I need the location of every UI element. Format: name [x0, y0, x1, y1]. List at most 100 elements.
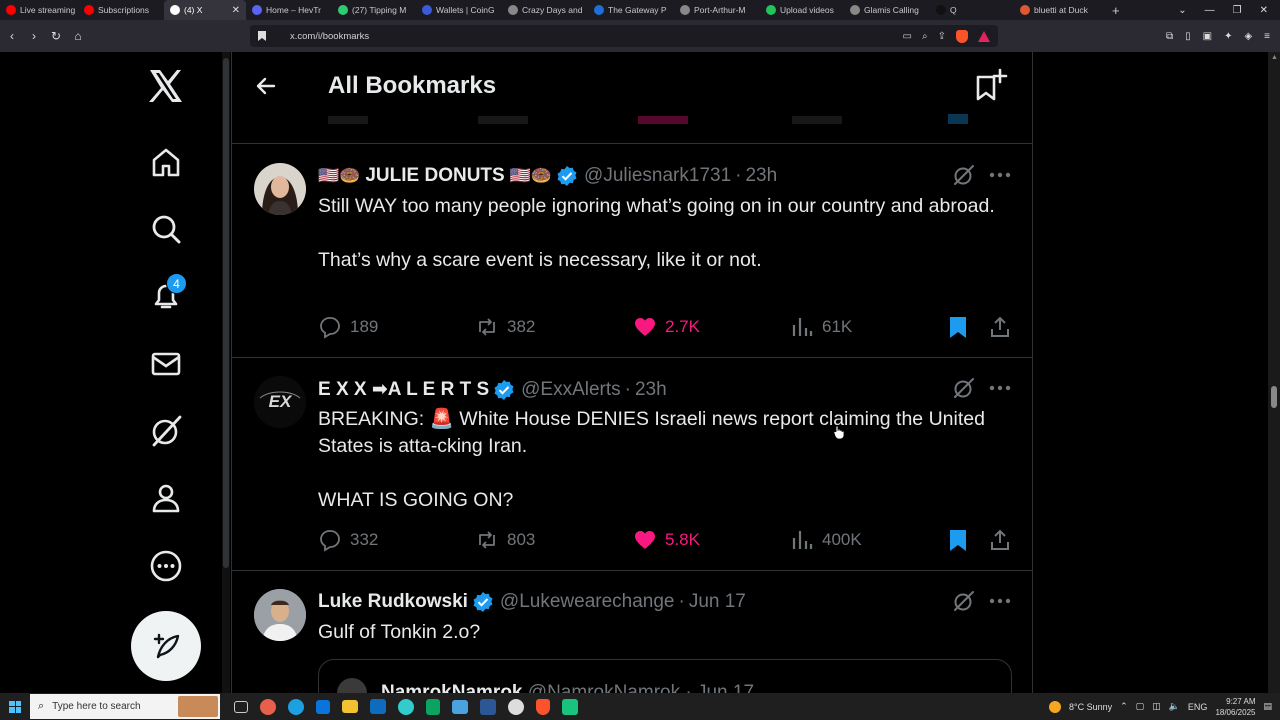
tray-app-icon[interactable]: ▢	[1136, 701, 1145, 712]
browser-tab[interactable]: (4) X ✕	[164, 0, 246, 20]
tweet-article[interactable]: EX E X X ➡A L E R T S @ExxAlerts · 23h B…	[232, 358, 1032, 571]
page-scrollbar[interactable]: ▲	[1268, 52, 1280, 693]
tweet-article[interactable]: 🇺🇸🍩 JULIE DONUTS 🇺🇸🍩 @Juliesnark1731 · 2…	[232, 145, 1032, 358]
vpn-icon[interactable]: ◈	[1244, 31, 1252, 42]
browser-app-icon[interactable]	[398, 698, 414, 715]
browser-tab[interactable]: Home – HevTr	[246, 0, 332, 20]
language-indicator[interactable]: ENG	[1188, 702, 1208, 712]
browser-tab[interactable]: Upload videos	[760, 0, 844, 20]
task-view-icon[interactable]	[234, 700, 248, 713]
browser-tab[interactable]: Port-Arthur-M	[674, 0, 760, 20]
avatar[interactable]	[254, 163, 306, 215]
wallet-icon[interactable]: ▣	[1203, 31, 1212, 42]
tray-overflow-icon[interactable]: ⌃	[1120, 701, 1128, 712]
menu-icon[interactable]: ≡	[1264, 31, 1270, 42]
zoom-icon[interactable]: ⌕	[922, 31, 928, 42]
verified-badge-icon[interactable]	[493, 379, 515, 401]
app-icon[interactable]	[452, 699, 468, 714]
more-options-dots-icon[interactable]	[988, 376, 1012, 400]
browser-tab[interactable]: Q	[930, 0, 1014, 20]
grok-nav-icon[interactable]	[148, 413, 184, 449]
tweet-time[interactable]: Jun 17	[689, 591, 746, 613]
messages-mail-icon[interactable]	[148, 346, 184, 382]
edge-icon[interactable]	[288, 698, 304, 715]
new-tab-icon[interactable]: +	[1104, 3, 1128, 18]
clock[interactable]: 9:27 AM 18/06/2025	[1215, 696, 1255, 718]
repost-button[interactable]: 803	[475, 528, 535, 552]
outlook-icon[interactable]	[370, 699, 386, 714]
camtasia-icon[interactable]	[562, 698, 578, 715]
avatar[interactable]: EX	[254, 376, 306, 428]
weather-sun-icon[interactable]	[1049, 700, 1061, 713]
network-icon[interactable]: ◫	[1152, 701, 1161, 712]
browser-tab[interactable]: The Gateway P	[588, 0, 674, 20]
home-nav-icon[interactable]	[148, 144, 184, 180]
more-options-dots-icon[interactable]	[988, 163, 1012, 187]
browser-tab[interactable]: Crazy Days and	[502, 0, 588, 20]
scroll-up-icon[interactable]: ▲	[1271, 54, 1278, 61]
tweet-article[interactable]: Luke Rudkowski @Lukewearechange · Jun 17…	[232, 571, 1032, 693]
sidebar-icon[interactable]: ▯	[1185, 31, 1191, 42]
notifications-center-icon[interactable]: ▤	[1263, 701, 1272, 712]
tweet-time[interactable]: 23h	[635, 379, 667, 401]
left-scrollbar[interactable]	[222, 52, 230, 693]
word-icon[interactable]	[480, 698, 496, 715]
share-button[interactable]	[988, 315, 1012, 339]
browser-tab[interactable]: Glamis Calling	[844, 0, 930, 20]
windows-start-icon[interactable]	[4, 696, 26, 718]
reply-button[interactable]: 332	[318, 528, 378, 552]
browser-tab[interactable]: Wallets | CoinG	[416, 0, 502, 20]
browser-tab[interactable]: Subscriptions	[78, 0, 164, 20]
more-options-dots-icon[interactable]	[988, 589, 1012, 613]
store-icon[interactable]	[316, 699, 330, 714]
steam-icon[interactable]	[508, 698, 524, 715]
grok-explain-icon[interactable]	[952, 589, 976, 613]
brave-rewards-icon[interactable]	[978, 30, 990, 42]
back-arrow-icon[interactable]	[254, 74, 278, 98]
author-handle[interactable]: @Juliesnark1731	[584, 165, 731, 187]
copilot-icon[interactable]	[260, 698, 276, 715]
close-tab-icon[interactable]: ✕	[232, 5, 240, 16]
like-button[interactable]: 2.7K	[633, 315, 700, 339]
share-button[interactable]	[988, 528, 1012, 552]
add-bookmark-folder-icon[interactable]	[974, 68, 1008, 102]
more-options-icon[interactable]	[148, 548, 184, 584]
bookmark-page-icon[interactable]	[256, 30, 268, 42]
grok-explain-icon[interactable]	[952, 163, 976, 187]
forward-icon[interactable]: ›	[24, 29, 44, 43]
repost-button[interactable]: 382	[475, 315, 535, 339]
views-button[interactable]: 400K	[790, 528, 862, 552]
share-icon[interactable]: ⇪	[938, 31, 946, 42]
views-button[interactable]: 61K	[790, 315, 852, 339]
tab-list-icon[interactable]: ⌄	[1178, 5, 1186, 16]
volume-icon[interactable]: 🔈	[1169, 701, 1180, 712]
back-icon[interactable]: ‹	[2, 29, 22, 43]
reply-button[interactable]: 189	[318, 315, 378, 339]
home-icon[interactable]: ⌂	[68, 29, 88, 43]
bookmark-button[interactable]	[946, 315, 970, 339]
weather-text[interactable]: 8°C Sunny	[1069, 702, 1112, 712]
file-explorer-icon[interactable]	[342, 700, 358, 713]
minimize-icon[interactable]: —	[1205, 5, 1215, 16]
restore-icon[interactable]: ❐	[1233, 5, 1242, 16]
x-logo-icon[interactable]	[148, 68, 184, 104]
explore-search-icon[interactable]	[148, 211, 184, 247]
verified-badge-icon[interactable]	[472, 591, 494, 613]
author-handle[interactable]: @ExxAlerts	[521, 379, 621, 401]
profile-person-icon[interactable]	[148, 480, 184, 516]
bookmark-button[interactable]	[946, 528, 970, 552]
author-handle[interactable]: @Lukewearechange	[500, 591, 675, 613]
grok-explain-icon[interactable]	[952, 376, 976, 400]
compose-post-button[interactable]	[131, 611, 201, 681]
verified-badge-icon[interactable]	[556, 165, 578, 187]
quoted-tweet[interactable]: NamrokNamrok @NamrokNamrok · Jun 17	[318, 659, 1012, 693]
taskbar-search-box[interactable]: ⌕ Type here to search	[30, 694, 220, 719]
browser-tab[interactable]: Live streaming	[0, 0, 78, 20]
reload-icon[interactable]: ↻	[46, 29, 66, 43]
url-text[interactable]: x.com/i/bookmarks	[290, 31, 369, 42]
extensions-icon[interactable]: ⧉	[1166, 31, 1173, 42]
brave-shields-icon[interactable]	[956, 29, 968, 43]
address-bar[interactable]: x.com/i/bookmarks ▭ ⌕ ⇪	[250, 25, 998, 47]
like-button[interactable]: 5.8K	[633, 528, 700, 552]
scrollbar-thumb[interactable]	[1271, 386, 1277, 408]
